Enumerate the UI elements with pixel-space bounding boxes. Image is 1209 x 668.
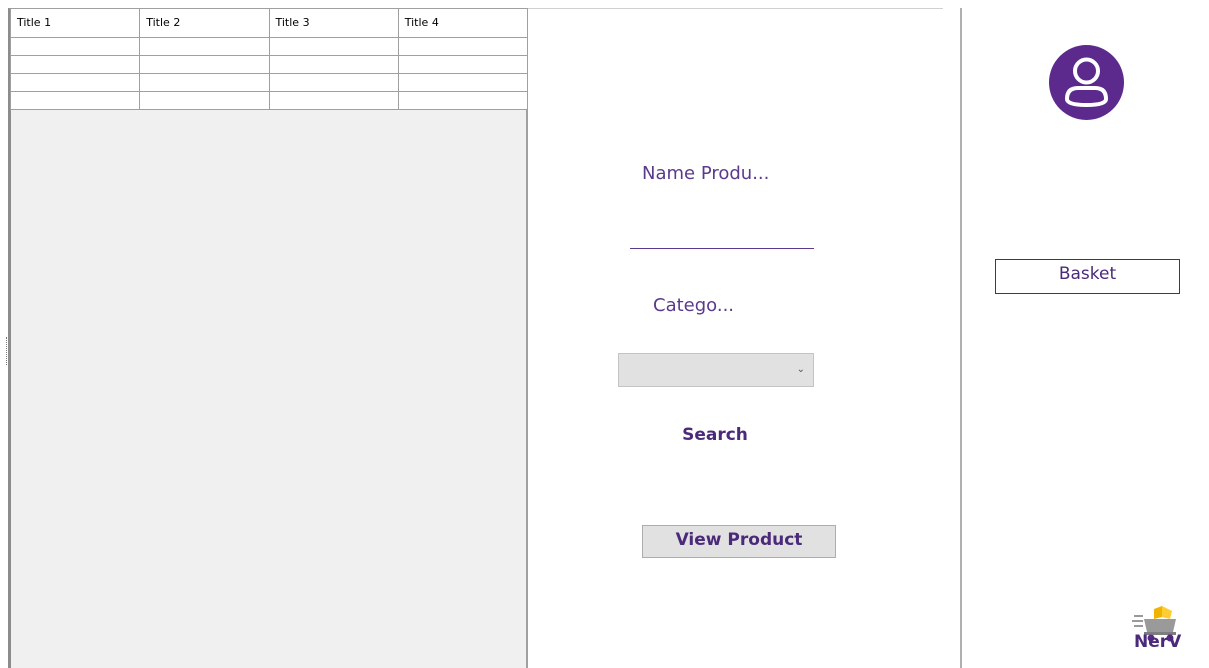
user-icon (1065, 57, 1108, 107)
table-cell[interactable] (397, 36, 529, 56)
table-cell[interactable] (268, 90, 399, 110)
product-grid[interactable]: Title 1 Title 2 Title 3 Title 4 (8, 8, 529, 668)
brand-name: NerV (1134, 632, 1182, 652)
column-header-title-4[interactable]: Title 4 (397, 9, 529, 38)
table-cell[interactable] (139, 90, 270, 110)
basket-button[interactable]: Basket (995, 259, 1180, 294)
column-header-title-1[interactable]: Title 1 (9, 9, 141, 38)
column-header-title-3[interactable]: Title 3 (268, 9, 399, 38)
splitter-handle[interactable] (6, 337, 9, 365)
table-row[interactable] (9, 72, 529, 92)
column-header-title-2[interactable]: Title 2 (139, 9, 270, 38)
product-name-label: Name Produ... (642, 163, 770, 184)
table-cell[interactable] (9, 54, 141, 74)
user-avatar[interactable] (1049, 45, 1124, 120)
table-cell[interactable] (139, 54, 270, 74)
search-button[interactable]: Search (650, 420, 780, 450)
table-cell[interactable] (397, 54, 529, 74)
table-row[interactable] (9, 54, 529, 74)
table-row[interactable] (9, 36, 529, 56)
category-dropdown[interactable]: ⌄ (618, 353, 814, 387)
category-label: Catego... (653, 295, 735, 316)
divider (528, 8, 943, 9)
table-cell[interactable] (268, 54, 399, 74)
view-product-button[interactable]: View Product (642, 525, 836, 558)
table-row[interactable] (9, 90, 529, 110)
product-name-underline (630, 248, 814, 249)
table-header-row: Title 1 Title 2 Title 3 Title 4 (9, 9, 529, 38)
chevron-down-icon: ⌄ (796, 364, 805, 375)
table-cell[interactable] (139, 36, 270, 56)
product-name-input[interactable] (630, 218, 818, 248)
table-cell[interactable] (397, 72, 529, 92)
search-panel (528, 8, 962, 668)
table-cell[interactable] (268, 72, 399, 92)
table-cell[interactable] (9, 90, 141, 110)
table-cell[interactable] (268, 36, 399, 56)
table-cell[interactable] (9, 36, 141, 56)
table-cell[interactable] (139, 72, 270, 92)
table-cell[interactable] (397, 90, 529, 110)
table-cell[interactable] (9, 72, 141, 92)
product-table: Title 1 Title 2 Title 3 Title 4 (9, 9, 529, 110)
